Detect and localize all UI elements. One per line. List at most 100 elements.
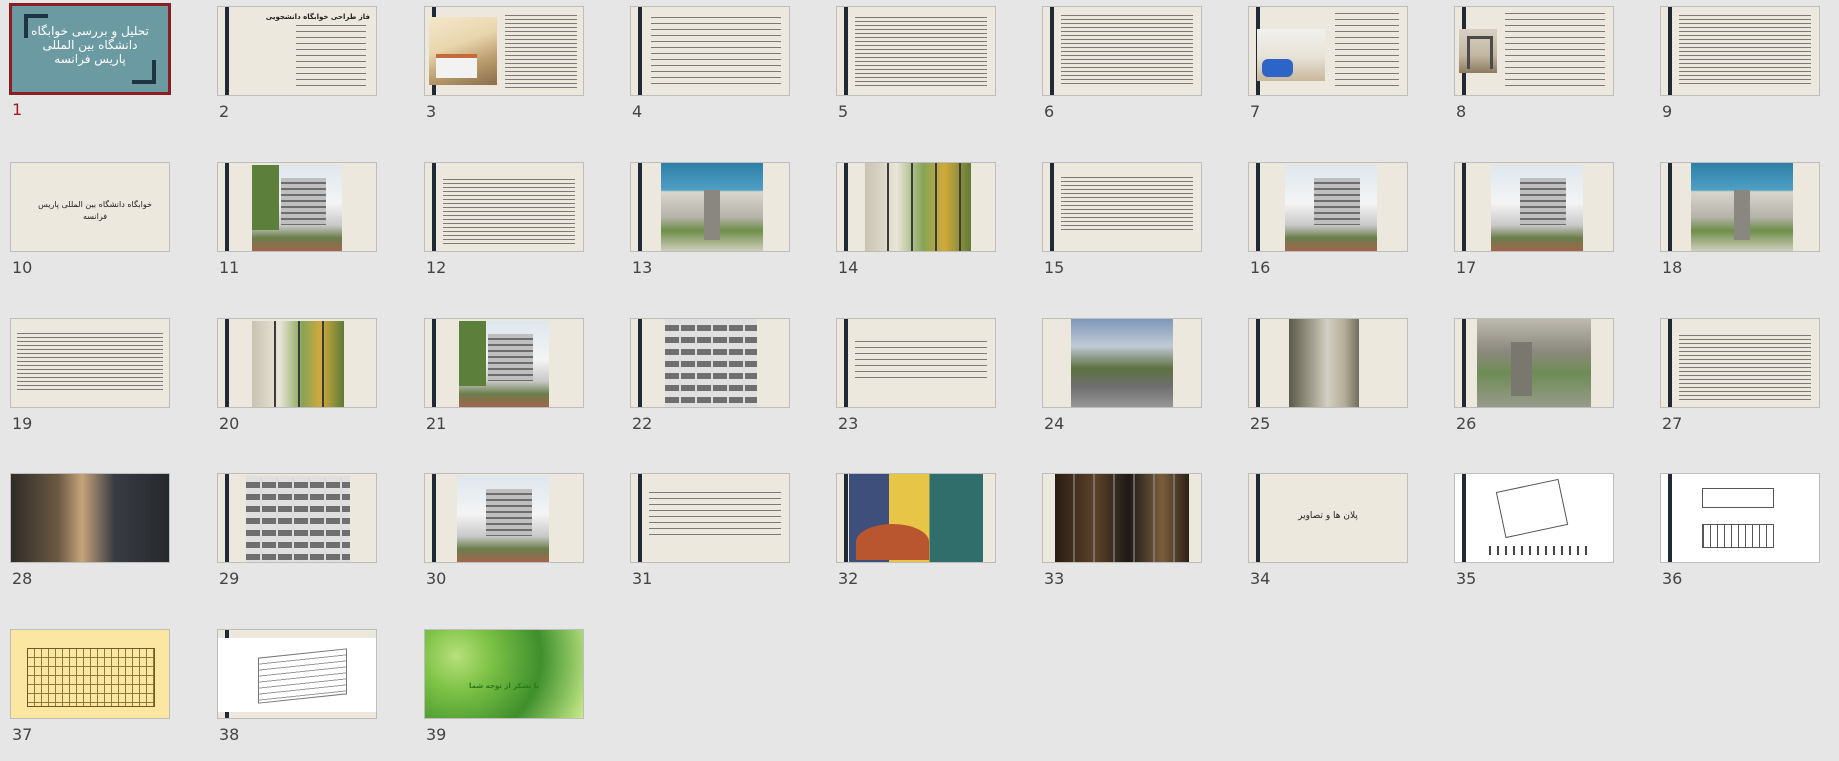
slide-preview [836,473,996,563]
slide-thumbnail[interactable]: 35 [1454,473,1616,593]
accent-bar [432,474,436,562]
slide-thumbnail[interactable]: با تشکر از توجه شما 39 [424,629,586,749]
perspective-sketch [218,638,376,712]
slide-number: 12 [426,258,447,277]
slide-preview [217,318,377,408]
slide-thumbnail[interactable]: 11 [217,162,379,282]
accent-bar [1050,163,1054,251]
slide-thumbnail[interactable]: 27 [1660,318,1822,438]
accent-bar [638,319,642,407]
accent-bar [225,474,229,562]
slide-thumbnail[interactable]: 19 [10,318,172,438]
accent-bar [1462,319,1466,407]
interior-photo [849,474,983,562]
slide-preview [1454,6,1614,96]
slide-preview: پلان ها و تصاویر [1248,473,1408,563]
slide-thumbnail[interactable]: 24 [1042,318,1204,438]
slide-preview: با تشکر از توجه شما [424,629,584,719]
slide-thumbnail[interactable]: 8 [1454,6,1616,126]
slide-thumbnail[interactable]: 31 [630,473,792,593]
slide-sorter-view: تحلیل و بررسی خوابگاه دانشگاه بین المللی… [0,0,1839,761]
slide-number: 10 [12,258,33,277]
slide-thumbnail[interactable]: 33 [1042,473,1204,593]
slide-thumbnail[interactable]: 3 [424,6,586,126]
slide-thumbnail[interactable]: 26 [1454,318,1616,438]
slide-thumbnail[interactable]: 21 [424,318,586,438]
slide-number: 7 [1250,102,1261,121]
slide-thumbnail[interactable]: 25 [1248,318,1410,438]
slide-thumbnail[interactable]: 36 [1660,473,1822,593]
slide-thumbnail[interactable]: 14 [836,162,998,282]
slide-preview [1042,473,1202,563]
accent-bar [1668,163,1672,251]
slide-body-text [17,333,163,393]
pilotis-photo [1691,163,1793,251]
slide-number: 11 [219,258,240,277]
slide-thumbnail[interactable]: 29 [217,473,379,593]
slide-thumbnail[interactable]: پلان ها و تصاویر 34 [1248,473,1410,593]
slide-thumbnail[interactable]: 13 [630,162,792,282]
slide-thumbnail[interactable]: 37 [10,629,172,749]
slide-thumbnail[interactable]: 16 [1248,162,1410,282]
slide-preview: تحلیل و بررسی خوابگاه دانشگاه بین المللی… [9,3,171,95]
glass-wall-photo [865,163,971,251]
slide-thumbnail[interactable]: 4 [630,6,792,126]
accent-bar [638,7,642,95]
slide-thumbnail[interactable]: فاز طراحی خوابگاه دانشجویی 2 [217,6,379,126]
slide-number: 22 [632,414,653,433]
building-photo [457,476,549,562]
slide-number: 16 [1250,258,1271,277]
accent-bar [432,319,436,407]
building-photo [252,165,342,251]
slide-number: 1 [12,100,23,119]
slide-preview [217,473,377,563]
slide-preview [836,318,996,408]
slide-body-text [855,341,987,381]
accent-bar [1668,7,1672,95]
slide-thumbnail[interactable]: 9 [1660,6,1822,126]
slide-preview [1248,162,1408,252]
slide-number: 20 [219,414,240,433]
slide-preview [1042,318,1202,408]
undercroft-photo [1477,319,1591,407]
slide-thumbnail[interactable]: 30 [424,473,586,593]
slide-thumbnail[interactable]: تحلیل و بررسی خوابگاه دانشگاه بین المللی… [9,3,172,124]
slide-thumbnail[interactable]: 28 [10,473,172,593]
slide-preview [1660,318,1820,408]
slide-thumbnail[interactable]: 23 [836,318,998,438]
slide-thumbnail[interactable]: 20 [217,318,379,438]
accent-bar [225,319,229,407]
slide-number: 29 [219,569,240,588]
floor-plan-drawing [1695,474,1783,562]
slide-thumbnail[interactable]: 22 [630,318,792,438]
slide-thumbnail[interactable]: 12 [424,162,586,282]
accent-bar [844,7,848,95]
slide-thumbnail[interactable]: 17 [1454,162,1616,282]
slide-body-text [649,492,781,536]
slide-thumbnail[interactable]: 6 [1042,6,1204,126]
slide-number: 37 [12,725,33,744]
slide-number: 5 [838,102,849,121]
street-photo [1071,319,1173,407]
glass-wall-photo [252,321,344,407]
slide-preview [1248,318,1408,408]
slide-preview [217,629,377,719]
accent-bar [225,163,229,251]
slide-preview [1660,473,1820,563]
slide-number: 33 [1044,569,1065,588]
slide-thumbnail[interactable]: خوابگاه دانشگاه بین المللی پاریس فرانسه … [10,162,172,282]
slide-thumbnail[interactable]: 15 [1042,162,1204,282]
slide-number: 28 [12,569,33,588]
slide-body-text [1679,335,1811,403]
slide-thumbnail[interactable]: 32 [836,473,998,593]
slide-title: پلان ها و تصاویر [1298,511,1358,521]
slide-preview [424,6,584,96]
slide-thumbnail[interactable]: 7 [1248,6,1410,126]
slide-thumbnail[interactable]: 38 [217,629,379,749]
room-photo [1257,29,1325,81]
interior-photo [11,474,169,562]
slide-thumbnail[interactable]: 18 [1660,162,1822,282]
slide-preview [1660,6,1820,96]
accent-bar [225,7,229,95]
slide-thumbnail[interactable]: 5 [836,6,998,126]
